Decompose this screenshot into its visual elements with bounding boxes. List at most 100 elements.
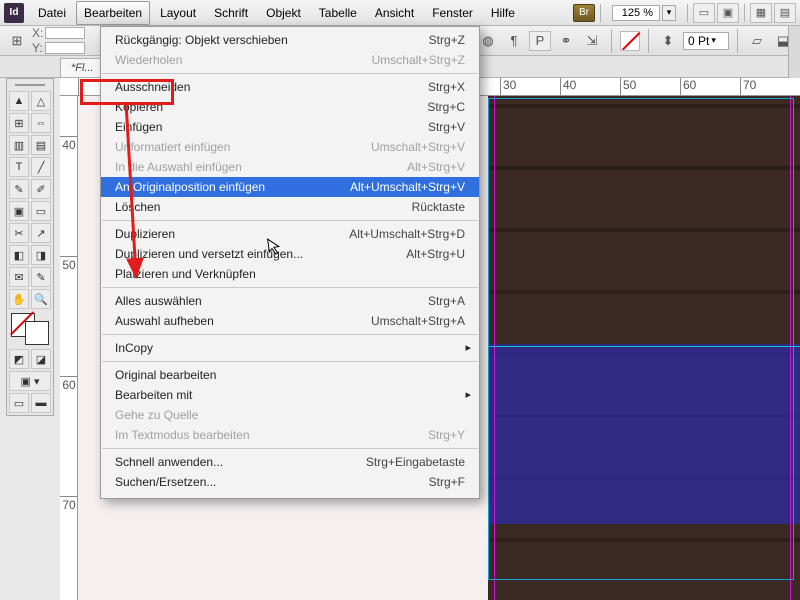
- menu-item-label: Platzieren und Verknüpfen: [115, 267, 455, 281]
- menu-item-shortcut: Strg+Z: [429, 33, 465, 47]
- scissors-tool-icon[interactable]: ✂: [9, 223, 29, 243]
- menu-item[interactable]: Bearbeiten mit: [101, 385, 479, 405]
- solid-circle-icon[interactable]: ◍: [477, 31, 499, 51]
- menu-item-label: Wiederholen: [115, 53, 362, 67]
- free-transform-icon[interactable]: ↗: [31, 223, 51, 243]
- gradient-swatch-icon[interactable]: ◧: [9, 245, 29, 265]
- menu-datei[interactable]: Datei: [30, 1, 74, 25]
- workspace-icon[interactable]: ▤: [774, 3, 796, 23]
- menu-item[interactable]: Rückgängig: Objekt verschiebenStrg+Z: [101, 30, 479, 50]
- menu-item[interactable]: Auswahl aufhebenUmschalt+Strg+A: [101, 311, 479, 331]
- menu-bearbeiten[interactable]: Bearbeiten: [76, 1, 150, 25]
- y-field[interactable]: [45, 42, 85, 54]
- type-tool-icon[interactable]: T: [9, 157, 29, 177]
- selection-tool-icon[interactable]: ▲: [9, 91, 29, 111]
- panel-dock[interactable]: [788, 26, 800, 78]
- selection-frame[interactable]: [488, 98, 794, 580]
- x-field[interactable]: [45, 27, 85, 39]
- character-icon[interactable]: ¶: [503, 31, 525, 51]
- menu-item[interactable]: EinfügenStrg+V: [101, 117, 479, 137]
- menu-tabelle[interactable]: Tabelle: [311, 1, 365, 25]
- zoom-field[interactable]: 125 %: [612, 5, 660, 21]
- effects-icon[interactable]: ⇲: [581, 31, 603, 51]
- menu-item: In die Auswahl einfügenAlt+Strg+V: [101, 157, 479, 177]
- link-options-icon[interactable]: ⚭: [555, 31, 577, 51]
- menu-schrift[interactable]: Schrift: [206, 1, 256, 25]
- menu-item-shortcut: Strg+F: [429, 475, 465, 489]
- bridge-icon[interactable]: Br: [573, 4, 595, 22]
- ref-point-icon[interactable]: ⊞: [6, 31, 28, 51]
- menu-item: Gehe zu Quelle: [101, 405, 479, 425]
- fill-none-icon[interactable]: [620, 31, 640, 51]
- menu-item-label: Duplizieren und versetzt einfügen...: [115, 247, 396, 261]
- ruler-tick: 50: [620, 78, 636, 96]
- direct-select-tool-icon[interactable]: △: [31, 91, 51, 111]
- line-tool-icon[interactable]: ╱: [31, 157, 51, 177]
- ruler-tick: 70: [60, 496, 78, 512]
- note-tool-icon[interactable]: ✉: [9, 267, 29, 287]
- content-placer-icon[interactable]: ▤: [31, 135, 51, 155]
- menu-item-shortcut: Alt+Umschalt+Strg+D: [349, 227, 465, 241]
- menu-item[interactable]: Suchen/Ersetzen...Strg+F: [101, 472, 479, 492]
- menu-item[interactable]: Alles auswählenStrg+A: [101, 291, 479, 311]
- rect-frame-tool-icon[interactable]: ▣: [9, 201, 29, 221]
- ruler-vertical[interactable]: 40 50 60 70: [60, 96, 78, 600]
- menu-item[interactable]: DuplizierenAlt+Umschalt+Strg+D: [101, 224, 479, 244]
- view-mode-normal-icon[interactable]: ▣ ▾: [9, 371, 51, 391]
- menu-objekt[interactable]: Objekt: [258, 1, 309, 25]
- apply-gradient-icon[interactable]: ◪: [31, 349, 51, 369]
- menu-item-label: Gehe zu Quelle: [115, 408, 455, 422]
- menu-item[interactable]: Original bearbeiten: [101, 365, 479, 385]
- menu-hilfe[interactable]: Hilfe: [483, 1, 523, 25]
- panel-grip-icon[interactable]: [9, 81, 51, 89]
- view-options-icon[interactable]: ▭: [693, 3, 715, 23]
- separator: [737, 29, 738, 53]
- eyedropper-tool-icon[interactable]: ✎: [31, 267, 51, 287]
- fill-stroke-swatch[interactable]: [9, 311, 51, 347]
- zoom-tool-icon[interactable]: 🔍: [31, 289, 51, 309]
- menu-item[interactable]: An Originalposition einfügenAlt+Umschalt…: [101, 177, 479, 197]
- menu-item[interactable]: AusschneidenStrg+X: [101, 77, 479, 97]
- menu-layout[interactable]: Layout: [152, 1, 204, 25]
- menu-item: WiederholenUmschalt+Strg+Z: [101, 50, 479, 70]
- menu-ansicht[interactable]: Ansicht: [367, 1, 422, 25]
- menu-item-shortcut: Alt+Umschalt+Strg+V: [350, 180, 465, 194]
- app-logo-icon: Id: [4, 3, 24, 23]
- gap-tool-icon[interactable]: ⇔: [31, 113, 51, 133]
- skew-icon[interactable]: ▱: [746, 31, 768, 51]
- zoom-control[interactable]: 125 % ▾: [612, 5, 676, 21]
- menu-item: Unformatiert einfügenUmschalt+Strg+V: [101, 137, 479, 157]
- menu-item[interactable]: Platzieren und Verknüpfen: [101, 264, 479, 284]
- apply-color-icon[interactable]: ◩: [9, 349, 29, 369]
- rect-tool-icon[interactable]: ▭: [31, 201, 51, 221]
- menu-item[interactable]: Duplizieren und versetzt einfügen... Alt+…: [101, 244, 479, 264]
- bearbeiten-menu: Rückgängig: Objekt verschiebenStrg+ZWied…: [100, 26, 480, 499]
- menu-item-shortcut: Strg+X: [428, 80, 465, 94]
- separator: [611, 29, 612, 53]
- document-tab[interactable]: *Fl...: [60, 58, 105, 77]
- menu-item[interactable]: LöschenRücktaste: [101, 197, 479, 217]
- screen-mode-icon[interactable]: ▣: [717, 3, 739, 23]
- stroke-weight-field[interactable]: 0 Pt▾: [683, 32, 729, 50]
- menu-item[interactable]: KopierenStrg+C: [101, 97, 479, 117]
- menu-item[interactable]: InCopy: [101, 338, 479, 358]
- gradient-feather-icon[interactable]: ◨: [31, 245, 51, 265]
- pen-tool-icon[interactable]: ✎: [9, 179, 29, 199]
- menu-fenster[interactable]: Fenster: [424, 1, 481, 25]
- menu-separator: [102, 73, 478, 74]
- menu-item-shortcut: Alt+Strg+U: [406, 247, 465, 261]
- chevron-down-icon[interactable]: ▾: [662, 5, 676, 21]
- screen-mode-a-icon[interactable]: ▭: [9, 393, 29, 413]
- hand-tool-icon[interactable]: ✋: [9, 289, 29, 309]
- pencil-tool-icon[interactable]: ✐: [31, 179, 51, 199]
- page-tool-icon[interactable]: ⊞: [9, 113, 29, 133]
- ruler-tick: 60: [680, 78, 696, 96]
- content-collector-icon[interactable]: ▥: [9, 135, 29, 155]
- p-icon[interactable]: P: [529, 31, 551, 51]
- screen-mode-b-icon[interactable]: ▬: [31, 393, 51, 413]
- menu-separator: [102, 220, 478, 221]
- stroke-stepper-icon[interactable]: ⬍: [657, 31, 679, 51]
- menu-item[interactable]: Schnell anwenden...Strg+Eingabetaste: [101, 452, 479, 472]
- chevron-down-icon[interactable]: ▾: [711, 35, 716, 46]
- arrange-docs-icon[interactable]: ▦: [750, 3, 772, 23]
